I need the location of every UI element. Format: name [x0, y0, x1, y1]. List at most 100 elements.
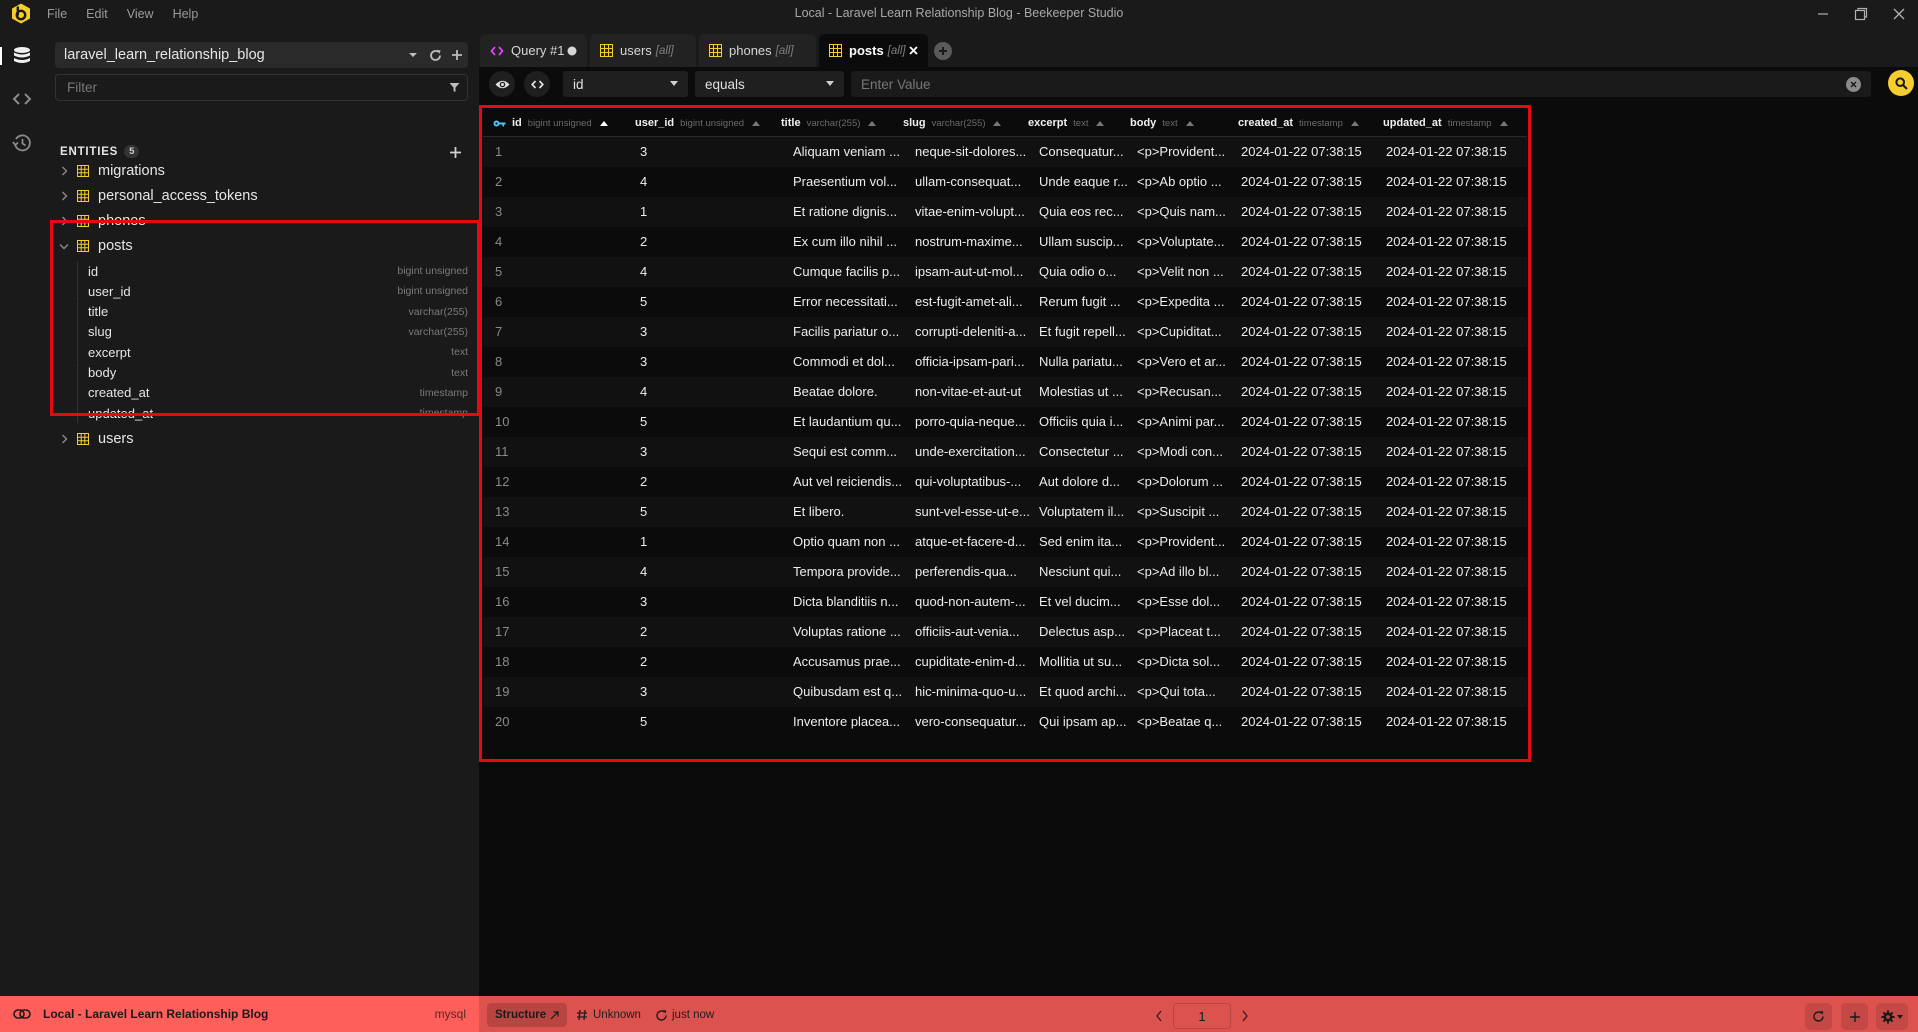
cell-title[interactable]: Aut vel reiciendis... [793, 467, 902, 497]
sort-icon[interactable] [868, 120, 877, 126]
cell-created-at[interactable]: 2024-01-22 07:38:15 [1241, 437, 1362, 467]
cell-body[interactable]: <p>Provident... [1137, 137, 1225, 167]
cell-id[interactable]: 19 [495, 677, 509, 707]
cell-body[interactable]: <p>Provident... [1137, 527, 1225, 557]
cell-body[interactable]: <p>Quis nam... [1137, 197, 1226, 227]
structure-button[interactable]: Structure [487, 1003, 568, 1027]
cell-user-id[interactable]: 3 [640, 677, 647, 707]
cell-user-id[interactable]: 3 [640, 317, 647, 347]
query-nav-button[interactable] [0, 81, 43, 117]
cell-body[interactable]: <p>Dicta sol... [1137, 647, 1220, 677]
sort-icon[interactable] [599, 120, 608, 126]
cell-excerpt[interactable]: Nesciunt qui... [1039, 557, 1121, 587]
column-header-title[interactable]: title varchar(255) [781, 109, 877, 137]
table-item-personal-access-tokens[interactable]: personal_access_tokens [51, 184, 476, 208]
cell-id[interactable]: 20 [495, 707, 509, 737]
history-nav-button[interactable] [0, 125, 43, 161]
cell-body[interactable]: <p>Voluptate... [1137, 227, 1224, 257]
cell-slug[interactable]: est-fugit-amet-ali... [915, 287, 1023, 317]
cell-id[interactable]: 17 [495, 617, 509, 647]
cell-excerpt[interactable]: Molestias ut ... [1039, 377, 1123, 407]
cell-created-at[interactable]: 2024-01-22 07:38:15 [1241, 587, 1362, 617]
column-item-created-at[interactable]: created_at timestamp [77, 382, 476, 403]
table-row[interactable]: 12 2 Aut vel reiciendis... qui-voluptatibus… [483, 467, 1527, 497]
filter-column-select[interactable]: id [563, 71, 688, 97]
cell-user-id[interactable]: 2 [640, 617, 647, 647]
cell-excerpt[interactable]: Et vel ducim... [1039, 587, 1121, 617]
cell-excerpt[interactable]: Officiis quia i... [1039, 407, 1123, 437]
table-row[interactable]: 7 3 Facilis pariatur o... corrupti-deleniti… [483, 317, 1527, 347]
cell-created-at[interactable]: 2024-01-22 07:38:15 [1241, 527, 1362, 557]
cell-title[interactable]: Et libero. [793, 497, 844, 527]
cell-excerpt[interactable]: Et fugit repell... [1039, 317, 1126, 347]
chevron-right-icon[interactable] [55, 166, 73, 176]
entity-filter-input[interactable] [67, 80, 441, 95]
cell-created-at[interactable]: 2024-01-22 07:38:15 [1241, 647, 1362, 677]
cell-slug[interactable]: officiis-aut-venia... [915, 617, 1020, 647]
cell-id[interactable]: 3 [495, 197, 502, 227]
cell-id[interactable]: 9 [495, 377, 502, 407]
cell-created-at[interactable]: 2024-01-22 07:38:15 [1241, 407, 1362, 437]
cell-updated-at[interactable]: 2024-01-22 07:38:15 [1386, 317, 1507, 347]
table-item-phones[interactable]: phones [51, 209, 476, 233]
cell-title[interactable]: Error necessitati... [793, 287, 898, 317]
cell-id[interactable]: 13 [495, 497, 509, 527]
cell-slug[interactable]: vitae-enim-volupt... [915, 197, 1025, 227]
cell-body[interactable]: <p>Suscipit ... [1137, 497, 1219, 527]
cell-body[interactable]: <p>Cupiditat... [1137, 317, 1222, 347]
cell-updated-at[interactable]: 2024-01-22 07:38:15 [1386, 467, 1507, 497]
settings-menu-button[interactable] [1876, 1003, 1908, 1030]
cell-title[interactable]: Cumque facilis p... [793, 257, 900, 287]
cell-user-id[interactable]: 4 [640, 257, 647, 287]
cell-created-at[interactable]: 2024-01-22 07:38:15 [1241, 137, 1362, 167]
sort-icon[interactable] [1096, 120, 1105, 126]
cell-updated-at[interactable]: 2024-01-22 07:38:15 [1386, 647, 1507, 677]
cell-excerpt[interactable]: Rerum fugit ... [1039, 287, 1121, 317]
cell-slug[interactable]: perferendis-qua... [915, 557, 1017, 587]
cell-body[interactable]: <p>Animi par... [1137, 407, 1224, 437]
cell-slug[interactable]: cupiditate-enim-d... [915, 647, 1026, 677]
cell-created-at[interactable]: 2024-01-22 07:38:15 [1241, 197, 1362, 227]
cell-created-at[interactable]: 2024-01-22 07:38:15 [1241, 707, 1362, 737]
table-row[interactable]: 16 3 Dicta blanditiis n... quod-non-autem-.… [483, 587, 1527, 617]
add-row-button[interactable] [1841, 1003, 1868, 1030]
cell-user-id[interactable]: 2 [640, 467, 647, 497]
cell-user-id[interactable]: 2 [640, 227, 647, 257]
cell-title[interactable]: Beatae dolore. [793, 377, 878, 407]
cell-slug[interactable]: sunt-vel-esse-ut-e... [915, 497, 1030, 527]
cell-body[interactable]: <p>Modi con... [1137, 437, 1223, 467]
cell-id[interactable]: 16 [495, 587, 509, 617]
cell-body[interactable]: <p>Expedita ... [1137, 287, 1224, 317]
cell-id[interactable]: 2 [495, 167, 502, 197]
cell-excerpt[interactable]: Ullam suscip... [1039, 227, 1124, 257]
cell-user-id[interactable]: 5 [640, 707, 647, 737]
database-dropdown-button[interactable] [402, 42, 424, 68]
chevron-right-icon[interactable] [55, 216, 73, 226]
column-item-updated-at[interactable]: updated_at timestamp [77, 403, 476, 424]
cell-user-id[interactable]: 3 [640, 347, 647, 377]
cell-slug[interactable]: nostrum-maxime... [915, 227, 1023, 257]
cell-title[interactable]: Facilis pariatur o... [793, 317, 899, 347]
cell-updated-at[interactable]: 2024-01-22 07:38:15 [1386, 437, 1507, 467]
table-row[interactable]: 11 3 Sequi est comm... unde-exercitation...… [483, 437, 1527, 467]
cell-user-id[interactable]: 2 [640, 647, 647, 677]
cell-created-at[interactable]: 2024-01-22 07:38:15 [1241, 227, 1362, 257]
cell-created-at[interactable]: 2024-01-22 07:38:15 [1241, 617, 1362, 647]
tab-posts[interactable]: posts [all] [819, 34, 928, 67]
sort-icon[interactable] [1185, 120, 1194, 126]
cell-user-id[interactable]: 4 [640, 377, 647, 407]
cell-excerpt[interactable]: Quia odio o... [1039, 257, 1116, 287]
cell-user-id[interactable]: 3 [640, 437, 647, 467]
cell-slug[interactable]: hic-minima-quo-u... [915, 677, 1026, 707]
cell-user-id[interactable]: 5 [640, 287, 647, 317]
cell-id[interactable]: 18 [495, 647, 509, 677]
cell-excerpt[interactable]: Quia eos rec... [1039, 197, 1124, 227]
cell-body[interactable]: <p>Recusan... [1137, 377, 1222, 407]
cell-title[interactable]: Praesentium vol... [793, 167, 897, 197]
cell-title[interactable]: Et ratione dignis... [793, 197, 897, 227]
table-row[interactable]: 13 5 Et libero. sunt-vel-esse-ut-e... Volupt… [483, 497, 1527, 527]
cell-user-id[interactable]: 1 [640, 527, 647, 557]
search-button[interactable] [1888, 70, 1914, 96]
table-row[interactable]: 17 2 Voluptas ratione ... officiis-aut-veni… [483, 617, 1527, 647]
cell-updated-at[interactable]: 2024-01-22 07:38:15 [1386, 377, 1507, 407]
